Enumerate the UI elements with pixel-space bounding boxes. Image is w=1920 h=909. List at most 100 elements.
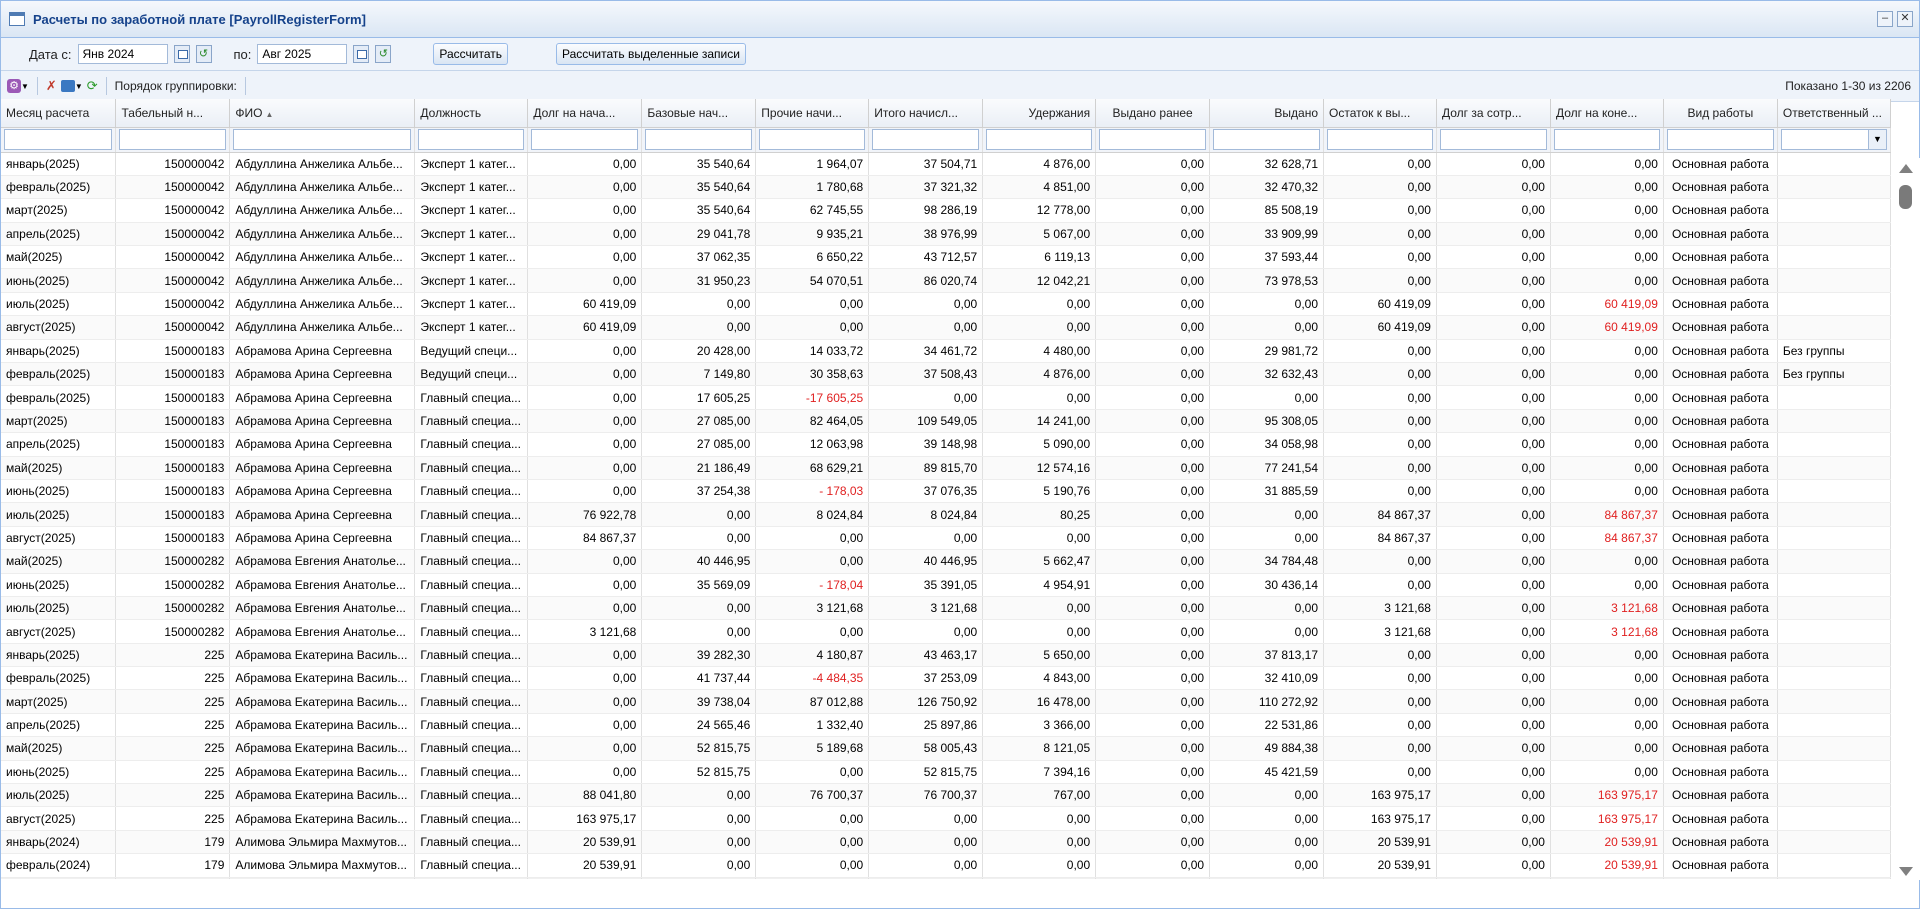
table-row[interactable]: май(2025) 150000282 Абрамова Евгения Анато…: [1, 549, 1891, 574]
filter-input[interactable]: [872, 129, 980, 150]
table-row[interactable]: март(2025) 150000042 Абдуллина Анжелика Ал…: [1, 198, 1891, 223]
table-cell: 25 897,86: [868, 713, 984, 738]
chevron-down-icon[interactable]: ▼: [1868, 130, 1886, 149]
date-to-input[interactable]: [257, 44, 348, 64]
table-cell: 0,00: [1436, 713, 1551, 738]
table-row[interactable]: май(2025) 150000042 Абдуллина Анжелика Аль…: [1, 245, 1891, 270]
table-row[interactable]: февраль(2025) 150000042 Абдуллина Анжелика…: [1, 175, 1891, 200]
table-row[interactable]: март(2025) 150000183 Абрамова Арина Сергее…: [1, 409, 1891, 434]
table-row[interactable]: август(2025) 150000042 Абдуллина Анжелика …: [1, 315, 1891, 340]
column-header[interactable]: Остаток к вы...: [1323, 99, 1437, 128]
filter-input[interactable]: [1553, 129, 1660, 150]
table-row[interactable]: январь(2025) 150000042 Абдуллина Анжелика …: [1, 152, 1891, 176]
table-row[interactable]: июль(2025) 150000183 Абрамова Арина Сергее…: [1, 502, 1891, 527]
column-header[interactable]: Базовые нач...: [641, 99, 757, 128]
table-cell: 0,00: [641, 619, 757, 644]
table-row[interactable]: август(2025) 225 Абрамова Екатерина Василь…: [1, 806, 1891, 831]
table-row[interactable]: апрель(2025) 150000042 Абдуллина Анжелика …: [1, 222, 1891, 247]
scroll-thumb[interactable]: [1899, 185, 1912, 209]
filter-input[interactable]: [1327, 129, 1433, 150]
column-header[interactable]: Выдано: [1209, 99, 1325, 128]
filter-input[interactable]: [418, 129, 525, 150]
table-row[interactable]: июль(2025) 150000042 Абдуллина Анжелика Ал…: [1, 292, 1891, 317]
calculate-button[interactable]: Рассчитать: [433, 43, 509, 65]
table-cell: 0,00: [982, 526, 1097, 551]
column-header[interactable]: Долг на коне...: [1550, 99, 1664, 128]
table-cell: Основная работа: [1663, 736, 1778, 761]
table-row[interactable]: февраль(2025) 150000183 Абрамова Арина Сер…: [1, 385, 1891, 410]
table-row[interactable]: август(2025) 150000282 Абрамова Евгения Ан…: [1, 619, 1891, 644]
table-row[interactable]: январь(2025) 150000183 Абрамова Арина Серг…: [1, 339, 1891, 364]
close-icon[interactable]: ✕: [1897, 11, 1913, 27]
column-header[interactable]: Выдано ранее: [1095, 99, 1211, 128]
column-header-label: Остаток к вы...: [1329, 105, 1411, 120]
table-row[interactable]: май(2025) 150000183 Абрамова Арина Сергеев…: [1, 456, 1891, 480]
table-cell: 0,00: [1095, 666, 1211, 691]
column-header[interactable]: Должность: [414, 99, 529, 128]
refresh-icon[interactable]: ⟳: [87, 77, 98, 95]
filter-input[interactable]: [233, 129, 412, 150]
filter-input[interactable]: [986, 129, 1093, 150]
column-header[interactable]: Прочие начи...: [755, 99, 870, 128]
table-row[interactable]: июль(2025) 225 Абрамова Екатерина Василь..…: [1, 783, 1891, 808]
table-cell: 0,00: [1323, 549, 1437, 574]
filter-input[interactable]: [531, 129, 639, 150]
table-row[interactable]: январь(2025) 225 Абрамова Екатерина Василь…: [1, 643, 1891, 668]
vertical-scrollbar[interactable]: [1891, 158, 1920, 880]
table-cell: 0,00: [641, 502, 757, 527]
filter-input[interactable]: [759, 129, 866, 150]
clear-filter-icon[interactable]: ✗: [46, 77, 57, 95]
filter-input[interactable]: [1439, 129, 1547, 150]
table-row[interactable]: апрель(2025) 225 Абрамова Екатерина Василь…: [1, 713, 1891, 738]
minimize-icon[interactable]: –: [1877, 11, 1893, 27]
column-header[interactable]: Табельный н...: [115, 99, 231, 128]
column-header[interactable]: Удержания: [982, 99, 1097, 128]
table-row[interactable]: май(2025) 225 Абрамова Екатерина Василь...…: [1, 736, 1891, 761]
table-row[interactable]: август(2025) 150000183 Абрамова Арина Серг…: [1, 526, 1891, 551]
table-cell: Абрамова Екатерина Василь...: [229, 713, 416, 738]
table-row[interactable]: март(2025) 225 Абрамова Екатерина Василь..…: [1, 689, 1891, 714]
date-from-clear-icon[interactable]: ↺: [195, 45, 212, 63]
column-header[interactable]: Долг на нача...: [527, 99, 643, 128]
date-to-clear-icon[interactable]: ↺: [375, 45, 392, 63]
table-cell: 0,00: [755, 806, 870, 831]
filter-input[interactable]: [119, 129, 227, 150]
table-row[interactable]: июнь(2025) 150000183 Абрамова Арина Сергее…: [1, 479, 1891, 504]
filter-input[interactable]: [645, 129, 753, 150]
column-header[interactable]: Вид работы: [1663, 99, 1778, 128]
filter-input[interactable]: [4, 129, 113, 150]
scroll-up-icon[interactable]: [1899, 164, 1913, 173]
filter-select[interactable]: ▼: [1780, 129, 1887, 150]
date-to-calendar-icon[interactable]: [353, 45, 370, 63]
date-from-input[interactable]: [77, 44, 168, 64]
table-row[interactable]: июнь(2025) 150000042 Абдуллина Анжелика Ал…: [1, 268, 1891, 293]
table-cell: 0,00: [1095, 479, 1211, 504]
table-row[interactable]: июль(2025) 150000282 Абрамова Евгения Анат…: [1, 596, 1891, 621]
filter-input[interactable]: [1099, 129, 1207, 150]
table-row[interactable]: январь(2024) 179 Алимова Эльмира Махмутов.…: [1, 830, 1891, 855]
table-row[interactable]: февраль(2024) 179 Алимова Эльмира Махмутов…: [1, 853, 1891, 878]
date-from-calendar-icon[interactable]: [173, 45, 190, 63]
table-cell: 37 508,43: [868, 362, 984, 387]
print-icon[interactable]: ▼: [60, 77, 83, 95]
column-header[interactable]: Ответственный ...: [1777, 99, 1891, 128]
column-header[interactable]: ФИО ▲: [229, 99, 416, 128]
table-row[interactable]: апрель(2025) 150000183 Абрамова Арина Серг…: [1, 432, 1891, 457]
column-header[interactable]: Долг за сотр...: [1436, 99, 1551, 128]
scroll-down-icon[interactable]: [1899, 867, 1913, 876]
table-row[interactable]: февраль(2025) 225 Абрамова Екатерина Васил…: [1, 666, 1891, 691]
table-row[interactable]: февраль(2025) 150000183 Абрамова Арина Сер…: [1, 362, 1891, 387]
filter-input[interactable]: [1666, 129, 1774, 150]
table-cell: 0,00: [527, 689, 643, 714]
table-cell: 225: [115, 736, 231, 761]
add-record-icon[interactable]: ⚙ ▼: [7, 77, 29, 95]
column-header[interactable]: Месяц расчета: [1, 99, 117, 128]
table-row[interactable]: июнь(2025) 225 Абрамова Екатерина Василь..…: [1, 760, 1891, 785]
table-cell: 1 780,68: [755, 175, 870, 200]
sort-asc-icon[interactable]: ▲: [266, 110, 274, 119]
calculate-selected-button[interactable]: Рассчитать выделенные записи: [556, 43, 746, 65]
table-row[interactable]: июнь(2025) 150000282 Абрамова Евгения Анат…: [1, 573, 1891, 597]
table-cell: 163 975,17: [1323, 806, 1437, 831]
column-header[interactable]: Итого начисл...: [868, 99, 984, 128]
filter-input[interactable]: [1213, 129, 1321, 150]
